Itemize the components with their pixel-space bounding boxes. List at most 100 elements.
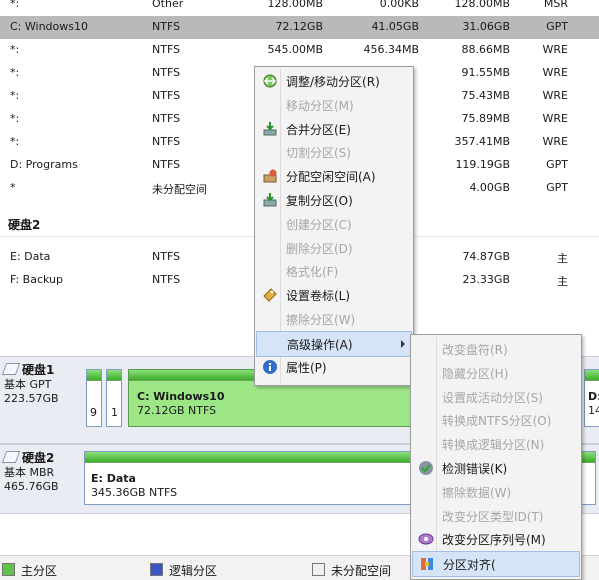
- context-menu-item-7[interactable]: 创建分区(C): [256, 212, 410, 236]
- cell-type: WRE: [542, 43, 568, 56]
- serial-icon: [418, 531, 434, 547]
- context-menu-item-12[interactable]: 高级操作(A): [256, 330, 412, 357]
- disk1-size: 223.57GB: [4, 392, 59, 405]
- context-menu-item-10[interactable]: 设置卷标(L): [256, 283, 410, 307]
- cell-capacity: 545.00MB: [267, 43, 323, 56]
- context-menu-item-6[interactable]: 复制分区(O): [256, 188, 410, 212]
- context-menu-item-2[interactable]: 移动分区(M): [256, 93, 410, 117]
- disk1-info: 硬盘1 基本 GPT 223.57GB: [1, 363, 59, 406]
- cell-type: 主: [557, 275, 568, 288]
- chevron-right-icon: [401, 339, 405, 348]
- cell-capacity: 128.00MB: [267, 0, 323, 10]
- menu-item-label: 切割分区(S): [286, 146, 351, 161]
- submenu-menu-item-1[interactable]: 改变盘符(R): [412, 337, 578, 361]
- copy-icon: [262, 192, 278, 208]
- cell-fs: 未分配空间: [152, 183, 207, 196]
- menu-item-label: 调整/移动分区(R): [286, 75, 380, 89]
- cell-free: 74.87GB: [462, 250, 510, 263]
- context-menu-item-13[interactable]: 属性(P): [256, 355, 410, 379]
- menu-item-label: 格式化(F): [286, 265, 339, 280]
- cell-name: *:: [10, 66, 20, 79]
- cell-used: 0.00KB: [379, 0, 419, 10]
- allocate-icon: [262, 168, 278, 184]
- context-menu-item-9[interactable]: 格式化(F): [256, 259, 410, 283]
- merge-icon: [262, 121, 278, 137]
- cell-fs: NTFS: [152, 43, 181, 56]
- cell-fs: NTFS: [152, 250, 181, 263]
- legend-item: 主分区: [2, 562, 57, 579]
- disk1-partition-c-label: C: Windows10: [137, 390, 225, 403]
- cell-free: 23.33GB: [462, 273, 510, 286]
- check-icon: [418, 460, 434, 476]
- disk1-partition-d-info: 14: [588, 404, 599, 417]
- disk2-partition-e-label: E: Data: [91, 472, 136, 485]
- submenu-menu-item-8[interactable]: 改变分区类型ID(T): [412, 504, 578, 528]
- cell-type: GPT: [546, 20, 568, 33]
- context-menu-item-4[interactable]: 切割分区(S): [256, 140, 410, 164]
- disk1-small-partition-2[interactable]: 1: [106, 369, 122, 427]
- cell-name: *: [10, 181, 16, 194]
- menu-item-label: 属性(P): [286, 360, 327, 375]
- menu-item-label: 分区对齐(: [443, 558, 496, 573]
- submenu-menu-item-10[interactable]: 分区对齐(: [412, 551, 580, 578]
- submenu-menu-item-5[interactable]: 转换成逻辑分区(N): [412, 432, 578, 456]
- menu-item-label: 复制分区(O): [286, 194, 353, 208]
- submenu-menu-item-2[interactable]: 隐藏分区(H): [412, 361, 578, 385]
- disk1-title: 硬盘1: [22, 363, 55, 377]
- cell-fs: NTFS: [152, 66, 181, 79]
- label-icon: [262, 287, 278, 303]
- cell-fs: Other: [152, 0, 184, 10]
- cell-fs: NTFS: [152, 158, 181, 171]
- context-menu-item-3[interactable]: 合并分区(E): [256, 117, 410, 141]
- disk1-partition-d[interactable]: D: 14: [584, 369, 599, 427]
- cell-free: 88.66MB: [461, 43, 510, 56]
- cell-name: *:: [10, 135, 20, 148]
- cell-name: E: Data: [10, 250, 51, 263]
- disk2-info: 硬盘2 基本 MBR 465.76GB: [1, 451, 59, 494]
- table-row[interactable]: C: Windows10 NTFS 72.12GB 41.05GB 31.06GB GPT: [0, 16, 599, 39]
- legend-swatch: [2, 563, 15, 576]
- legend-label: 未分配空间: [331, 564, 392, 578]
- table-row[interactable]: *: NTFS 545.00MB 456.34MB 88.66MB WRE: [0, 39, 599, 62]
- info-icon: [262, 359, 278, 375]
- disk1-style: 基本 GPT: [4, 378, 52, 391]
- cell-type: GPT: [546, 158, 568, 171]
- menu-item-label: 高级操作(A): [287, 337, 353, 352]
- cell-type: WRE: [542, 89, 568, 102]
- align-icon: [419, 556, 435, 572]
- submenu-menu-item-7[interactable]: 擦除数据(W): [412, 480, 578, 504]
- menu-item-label: 改变分区类型ID(T): [442, 509, 544, 524]
- cell-free: 4.00GB: [469, 181, 510, 194]
- disk1-small1-label: 9: [90, 406, 97, 419]
- context-menu-item-8[interactable]: 删除分区(D): [256, 236, 410, 260]
- disk2-heading: 硬盘2: [8, 218, 41, 232]
- submenu-menu-item-9[interactable]: 改变分区序列号(M): [412, 527, 578, 551]
- cell-used: 41.05GB: [371, 20, 419, 33]
- disk1-small-partition-1[interactable]: 9: [86, 369, 102, 427]
- disk2-size: 465.76GB: [4, 480, 59, 493]
- context-menu-item-1[interactable]: 调整/移动分区(R): [256, 69, 410, 93]
- disk1-partition-d-label: D:: [588, 390, 599, 403]
- table-row[interactable]: *: Other 128.00MB 0.00KB 128.00MB MSR: [0, 0, 599, 16]
- cell-type: WRE: [542, 112, 568, 125]
- disk2-style: 基本 MBR: [4, 466, 55, 479]
- menu-item-label: 删除分区(D): [286, 241, 353, 256]
- context-menu: 调整/移动分区(R) 移动分区(M) 合并分区(E) 切割分区(S) 分配空闲空间(A)…: [254, 66, 414, 386]
- cell-type: WRE: [542, 66, 568, 79]
- cell-capacity: 72.12GB: [275, 20, 323, 33]
- cell-free: 75.43MB: [461, 89, 510, 102]
- context-menu-item-5[interactable]: 分配空闲空间(A): [256, 164, 410, 188]
- context-menu-item-11[interactable]: 擦除分区(W): [256, 307, 410, 331]
- cell-free: 128.00MB: [454, 0, 510, 10]
- submenu-menu-item-6[interactable]: 检测错误(K): [412, 456, 578, 480]
- submenu-menu-item-4[interactable]: 转换成NTFS分区(O): [412, 408, 578, 432]
- cell-type: 主: [557, 252, 568, 265]
- cell-name: *:: [10, 89, 20, 102]
- disk1-partition-c-info: 72.12GB NTFS: [137, 404, 217, 417]
- cell-free: 31.06GB: [462, 20, 510, 33]
- submenu-menu-item-3[interactable]: 设置成活动分区(S): [412, 385, 578, 409]
- menu-item-label: 转换成NTFS分区(O): [442, 414, 552, 429]
- legend-label: 主分区: [21, 564, 58, 578]
- menu-item-label: 移动分区(M): [286, 98, 354, 113]
- cell-fs: NTFS: [152, 112, 181, 125]
